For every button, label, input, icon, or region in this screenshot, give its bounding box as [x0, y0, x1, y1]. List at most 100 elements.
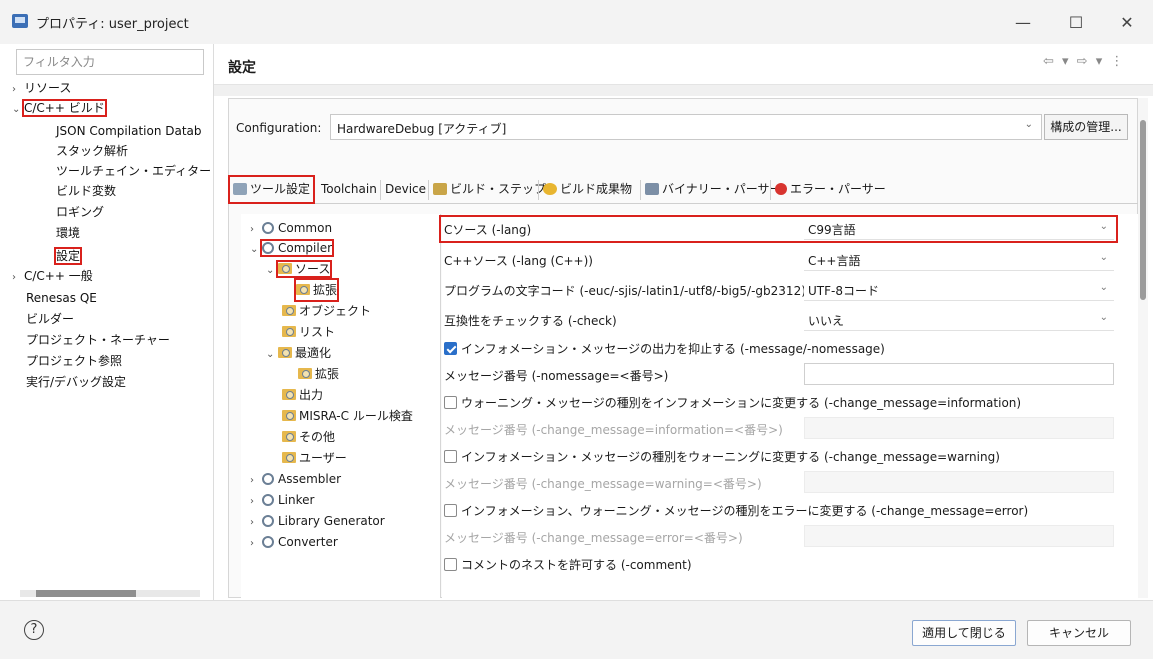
chevron-right-icon[interactable]: ›	[12, 268, 24, 288]
tree-node-object[interactable]: オブジェクト	[282, 301, 371, 321]
info-to-warn-no-input	[804, 471, 1114, 493]
tab-error-parser[interactable]: エラー・パーサー	[772, 177, 889, 202]
to-error-no-input	[804, 525, 1114, 547]
nest-comment-checkbox[interactable]	[444, 558, 457, 571]
chevron-right-icon[interactable]: ›	[250, 534, 262, 554]
folder-icon	[278, 263, 292, 274]
tree-node-optimize[interactable]: ⌄ 最適化	[266, 343, 331, 363]
to-error-checkbox-row[interactable]: インフォメーション、ウォーニング・メッセージの種別をエラーに変更する (-cha…	[444, 502, 1028, 519]
nav-item-stack-analysis[interactable]: スタック解析	[56, 141, 128, 161]
cancel-button[interactable]: キャンセル	[1027, 620, 1131, 646]
tab-binary-parser[interactable]: バイナリー・パーサー	[642, 177, 785, 202]
warn-to-info-checkbox-row[interactable]: ウォーニング・メッセージの種別をインフォメーションに変更する (-change_…	[444, 394, 1021, 411]
nav-item-cpp-build[interactable]: ⌄ C/C++ ビルド	[12, 98, 107, 120]
nav-item-builder[interactable]: ビルダー	[26, 309, 74, 329]
tree-node-library-generator[interactable]: › Library Generator	[250, 511, 385, 531]
msg-no-input[interactable]	[804, 363, 1114, 385]
folder-icon	[296, 284, 310, 295]
tab-divider	[428, 180, 429, 200]
vertical-scrollbar-thumb[interactable]	[1140, 120, 1146, 300]
cpp-source-label: C++ソース (-lang (C++))	[444, 254, 593, 268]
chevron-down-icon[interactable]: ⌄	[250, 240, 262, 260]
nav-item-resource[interactable]: › リソース	[12, 78, 71, 98]
tree-node-other[interactable]: その他	[282, 427, 335, 447]
cpp-source-select[interactable]: C++言語 ⌄	[804, 249, 1114, 271]
manage-configurations-button[interactable]: 構成の管理...	[1044, 114, 1128, 140]
tab-build-artifact[interactable]: ビルド成果物	[540, 177, 635, 202]
chevron-down-icon: ⌄	[1024, 119, 1033, 130]
nest-comment-checkbox-row[interactable]: コメントのネストを許可する (-comment)	[444, 556, 692, 573]
gear-icon	[262, 536, 274, 548]
to-error-no-label: メッセージ番号 (-change_message=error=<番号>)	[444, 531, 743, 545]
tree-node-user[interactable]: ユーザー	[282, 448, 347, 468]
chevron-right-icon[interactable]: ›	[250, 471, 262, 491]
gear-icon	[262, 242, 274, 254]
nav-item-project-nature[interactable]: プロジェクト・ネーチャー	[26, 330, 170, 350]
chevron-down-icon: ⌄	[1099, 282, 1108, 293]
folder-icon	[282, 410, 296, 421]
pane-divider[interactable]	[213, 44, 214, 600]
suppress-info-checkbox[interactable]	[444, 342, 457, 355]
to-error-checkbox[interactable]	[444, 504, 457, 517]
chevron-right-icon[interactable]: ›	[250, 492, 262, 512]
history-nav-icons[interactable]: ⇦ ▾ ⇨ ▾ ⋮	[1043, 54, 1125, 69]
warn-to-info-checkbox[interactable]	[444, 396, 457, 409]
header-separator	[214, 84, 1153, 96]
nav-item-cpp-general[interactable]: › C/C++ 一般	[12, 266, 93, 286]
suppress-info-checkbox-row[interactable]: インフォメーション・メッセージの出力を抑止する (-message/-nomes…	[444, 340, 885, 357]
tree-node-misra[interactable]: MISRA-C ルール検査	[282, 406, 413, 426]
nav-item-json-compilation[interactable]: JSON Compilation Datab	[56, 121, 202, 141]
c-source-select[interactable]: C99言語 ⌄	[804, 218, 1114, 240]
tree-node-source[interactable]: ⌄ ソース	[266, 259, 333, 281]
tree-node-common[interactable]: › Common	[250, 218, 332, 238]
settings-label: 設定	[53, 247, 83, 265]
filter-input[interactable]	[16, 49, 204, 75]
tree-node-converter[interactable]: › Converter	[250, 532, 338, 552]
nav-item-renesas-qe[interactable]: Renesas QE	[26, 288, 97, 308]
check-select[interactable]: いいえ ⌄	[804, 309, 1114, 331]
window-title: プロパティ: user_project	[36, 17, 189, 32]
tab-divider	[640, 180, 641, 200]
tab-build-steps[interactable]: ビルド・ステップ	[430, 177, 549, 202]
chevron-down-icon[interactable]: ⌄	[266, 345, 278, 365]
help-icon[interactable]: ?	[24, 620, 44, 640]
minimize-button[interactable]: —	[1000, 6, 1046, 38]
close-button[interactable]: ✕	[1104, 6, 1150, 38]
nav-item-build-variables[interactable]: ビルド変数	[56, 181, 116, 201]
chevron-right-icon[interactable]: ›	[250, 220, 262, 240]
tree-node-extension[interactable]: 拡張	[293, 278, 340, 302]
tree-node-list[interactable]: リスト	[282, 322, 335, 342]
chevron-down-icon: ⌄	[1099, 252, 1108, 263]
chevron-down-icon[interactable]: ⌄	[12, 100, 24, 120]
nav-item-settings[interactable]: 設定	[53, 246, 83, 266]
charcode-select[interactable]: UTF-8コード ⌄	[804, 279, 1114, 301]
info-to-warn-checkbox[interactable]	[444, 450, 457, 463]
nav-item-run-debug[interactable]: 実行/デバッグ設定	[26, 372, 126, 392]
left-scrollbar-thumb[interactable]	[36, 590, 136, 597]
warn-to-info-no-label: メッセージ番号 (-change_message=information=<番号…	[444, 423, 783, 437]
c-source-label: Cソース (-lang)	[444, 223, 532, 237]
tree-node-compiler[interactable]: ⌄ Compiler	[250, 238, 335, 260]
chevron-down-icon[interactable]: ⌄	[266, 261, 278, 281]
tab-tool-settings[interactable]: ツール設定	[227, 175, 316, 204]
apply-and-close-button[interactable]: 適用して閉じる	[912, 620, 1016, 646]
nav-item-toolchain-editor[interactable]: ツールチェイン・エディター	[56, 161, 211, 181]
nav-item-environment[interactable]: 環境	[56, 223, 80, 243]
maximize-button[interactable]: ☐	[1053, 6, 1099, 38]
gear-icon	[262, 473, 274, 485]
tree-node-output[interactable]: 出力	[282, 385, 323, 405]
nav-item-project-references[interactable]: プロジェクト参照	[26, 351, 122, 371]
warn-to-info-no-input	[804, 417, 1114, 439]
folder-icon	[282, 389, 296, 400]
chevron-right-icon[interactable]: ›	[250, 513, 262, 533]
info-to-warn-checkbox-row[interactable]: インフォメーション・メッセージの種別をウォーニングに変更する (-change_…	[444, 448, 1000, 465]
tree-node-linker[interactable]: › Linker	[250, 490, 314, 510]
chevron-right-icon[interactable]: ›	[12, 80, 24, 100]
tree-node-opt-extension[interactable]: 拡張	[298, 364, 339, 384]
tab-toolchain[interactable]: Toolchain	[318, 177, 380, 202]
nav-item-logging[interactable]: ロギング	[56, 202, 104, 222]
tree-node-assembler[interactable]: › Assembler	[250, 469, 341, 489]
configuration-select[interactable]: HardwareDebug [アクティブ] ⌄	[330, 114, 1042, 140]
folder-icon	[282, 326, 296, 337]
tab-device[interactable]: Device	[382, 177, 429, 202]
